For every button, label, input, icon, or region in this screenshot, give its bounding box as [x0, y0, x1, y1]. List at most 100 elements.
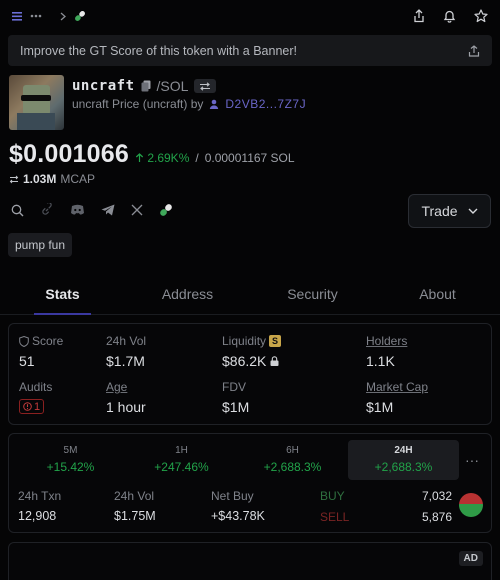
stats-card: Score 51 24h Vol $1.7M Liquidity S $86.2…	[8, 323, 492, 425]
token-header: uncraft /SOL uncraft Price (uncraft) by …	[9, 75, 491, 131]
token-avatar	[9, 75, 64, 130]
tab-address-label: Address	[161, 285, 214, 302]
score-value: 51	[19, 353, 35, 369]
period-name: 24H	[394, 445, 413, 456]
copy-icon[interactable]	[141, 80, 151, 92]
period-change: +247.46%	[154, 460, 209, 474]
period-24h[interactable]: 24H +2,688.3%	[348, 440, 459, 480]
banner-text: Improve the GT Score of this token with …	[20, 43, 297, 58]
audits-label: Audits	[19, 380, 53, 394]
price-row: $0.001066 2.69K% / 0.00001167 SOL	[9, 140, 295, 169]
trade-button[interactable]: Trade	[408, 194, 491, 228]
more-periods-button[interactable]: ···	[459, 440, 485, 480]
lock-icon	[270, 356, 279, 366]
score-stat: Score 51	[19, 334, 63, 369]
marketcap-stat[interactable]: Market Cap $1M	[366, 380, 428, 415]
age-value: 1 hour	[106, 399, 146, 415]
menu-icon[interactable]	[12, 11, 22, 21]
price-change-value: 2.69K%	[147, 151, 190, 165]
period-name: 6H	[286, 445, 299, 456]
tab-security[interactable]: Security	[250, 273, 375, 314]
marketcap-label[interactable]: Market Cap	[366, 380, 428, 394]
audit-warning-badge[interactable]: 1	[19, 399, 45, 414]
period-change: +2,688.3%	[374, 460, 433, 474]
swap-icon	[9, 175, 19, 184]
upload-icon[interactable]	[468, 44, 480, 57]
ad-badge: AD	[458, 551, 483, 566]
txn-value: 12,908	[18, 509, 57, 523]
price-separator: /	[195, 151, 199, 165]
tab-bar: Stats Address Security About	[0, 273, 500, 315]
mcap-row: 1.03M MCAP	[9, 172, 95, 186]
netbuy-label: Net Buy	[211, 489, 254, 503]
txn-label: 24h Txn	[18, 489, 62, 503]
top-bar	[0, 0, 500, 32]
transactions-card: 5M +15.42% 1H +247.46% 6H +2,688.3% 24H …	[8, 433, 492, 533]
tx-volume-stat: 24h Vol $1.75M	[114, 489, 156, 523]
tab-address[interactable]: Address	[125, 273, 250, 314]
score-label: Score	[32, 334, 64, 348]
platform-tag[interactable]: pump fun	[8, 233, 73, 257]
period-name: 1H	[175, 445, 188, 456]
tab-about[interactable]: About	[375, 273, 500, 314]
liquidity-badge: S	[269, 335, 282, 347]
pill-icon[interactable]	[74, 10, 86, 22]
discord-icon[interactable]	[70, 204, 85, 216]
tx-volume-label: 24h Vol	[114, 489, 155, 503]
sell-count: 5,876	[421, 510, 452, 524]
trade-label: Trade	[421, 203, 458, 219]
period-1h[interactable]: 1H +247.46%	[126, 440, 237, 480]
social-links	[11, 201, 173, 219]
period-selector: 5M +15.42% 1H +247.46% 6H +2,688.3% 24H …	[15, 440, 485, 480]
bell-icon[interactable]	[443, 9, 456, 23]
audits-stat[interactable]: Audits 1	[19, 380, 52, 414]
liquidity-label: Liquidity	[222, 334, 267, 348]
ad-card[interactable]: AD	[8, 542, 492, 580]
search-icon[interactable]	[11, 204, 24, 217]
period-5m[interactable]: 5M +15.42%	[15, 440, 126, 480]
marketcap-value: $1M	[366, 399, 394, 415]
share-icon[interactable]	[413, 9, 425, 23]
mcap-value: 1.03M	[23, 172, 57, 186]
link-icon[interactable]	[40, 203, 54, 217]
more-icon[interactable]	[30, 14, 42, 18]
price-in-sol: 0.00001167 SOL	[204, 151, 295, 165]
age-label[interactable]: Age	[106, 380, 146, 394]
user-icon	[209, 99, 219, 109]
holders-stat[interactable]: Holders 1.1K	[366, 334, 407, 369]
holders-label[interactable]: Holders	[366, 334, 407, 348]
token-subtitle: uncraft Price (uncraft) by	[72, 97, 204, 111]
volume-value: $1.7M	[106, 353, 145, 369]
token-symbol: uncraft	[72, 78, 135, 94]
holders-value: 1.1K	[366, 353, 395, 369]
tx-volume-value: $1.75M	[114, 509, 156, 523]
alert-icon	[23, 402, 32, 411]
mcap-label: MCAP	[60, 172, 96, 186]
price-change: 2.69K%	[135, 151, 189, 165]
telegram-icon[interactable]	[101, 204, 115, 216]
buy-count: 7,032	[421, 489, 452, 503]
score-banner[interactable]: Improve the GT Score of this token with …	[8, 35, 492, 66]
fdv-stat: FDV $1M	[222, 380, 249, 415]
tab-about-label: About	[419, 285, 456, 302]
buy-row: BUY 7,032	[320, 489, 452, 510]
creator-address[interactable]: D2VB2...7Z7J	[225, 97, 306, 111]
tab-security-label: Security	[287, 285, 338, 302]
x-twitter-icon[interactable]	[131, 204, 143, 216]
star-icon[interactable]	[474, 9, 488, 23]
period-6h[interactable]: 6H +2,688.3%	[237, 440, 348, 480]
netbuy-stat: Net Buy +$43.78K	[211, 489, 265, 523]
platform-tag-label: pump fun	[15, 238, 66, 252]
buy-label: BUY	[320, 489, 345, 503]
volume-stat: 24h Vol $1.7M	[106, 334, 146, 369]
age-stat[interactable]: Age 1 hour	[106, 380, 146, 415]
tab-stats-label: Stats	[45, 285, 80, 302]
pill-icon[interactable]	[159, 203, 173, 217]
swap-pair-button[interactable]	[194, 79, 217, 93]
tab-stats[interactable]: Stats	[0, 273, 125, 315]
audits-value: 1	[34, 400, 41, 413]
fdv-value: $1M	[222, 399, 250, 415]
period-change: +15.42%	[46, 460, 95, 474]
token-price: $0.001066	[9, 140, 129, 168]
txn-stat: 24h Txn 12,908	[18, 489, 61, 523]
